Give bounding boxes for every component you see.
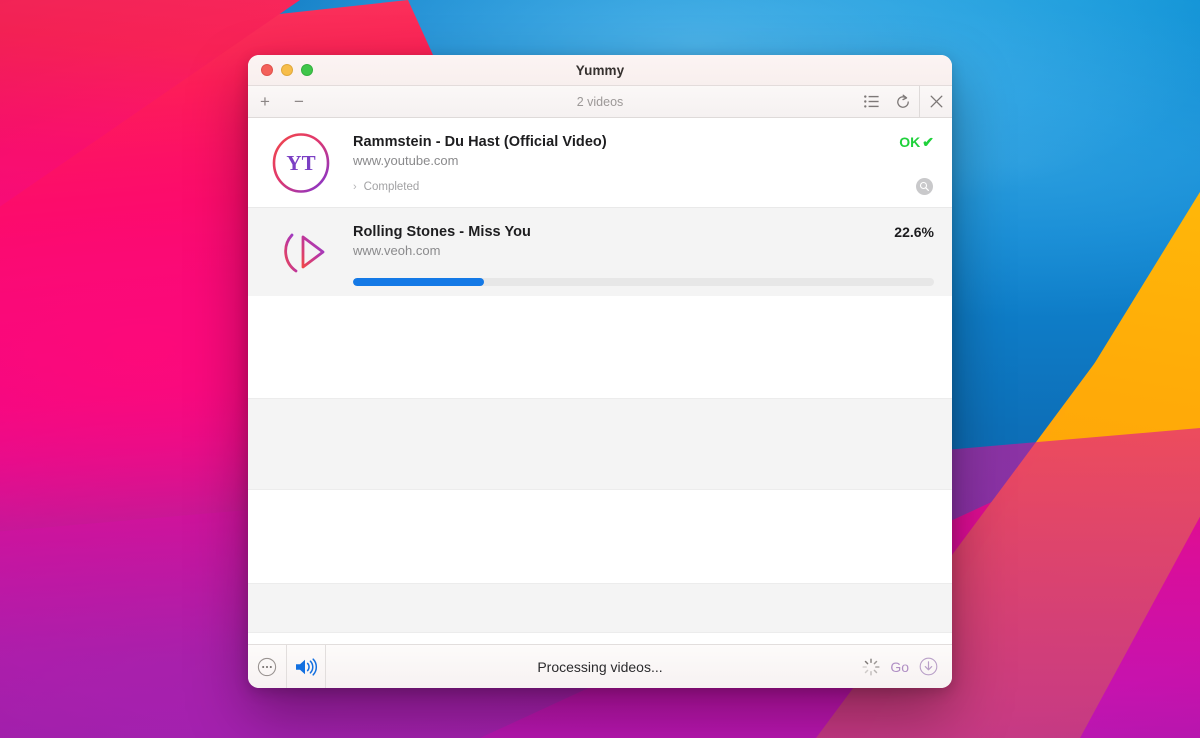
list-item[interactable] — [248, 296, 952, 398]
row-disclosure[interactable]: › Completed — [353, 181, 934, 193]
list-icon[interactable] — [855, 86, 887, 117]
bottom-divider-right — [325, 645, 326, 688]
table-row[interactable]: YT Rammstein - Du Hast (Official Video) … — [248, 118, 952, 207]
row-body: Rolling Stones - Miss You www.veoh.com 2… — [353, 208, 952, 296]
search-icon[interactable] — [916, 178, 933, 195]
row-body: Rammstein - Du Hast (Official Video) www… — [353, 118, 952, 207]
video-list[interactable]: YT Rammstein - Du Hast (Official Video) … — [248, 118, 952, 644]
go-button[interactable]: Go — [890, 659, 909, 675]
window-titlebar: Yummy — [248, 55, 952, 86]
video-url: www.youtube.com — [353, 153, 459, 168]
speaker-icon[interactable] — [287, 645, 325, 688]
desktop-wallpaper: Yummy + − 2 videos YT Rammstein - Du Has… — [0, 0, 1200, 738]
download-circle-icon[interactable] — [919, 657, 938, 676]
toolbar-left-group: + − — [248, 86, 316, 117]
refresh-icon[interactable] — [887, 86, 919, 117]
progress-fill — [353, 278, 485, 286]
close-icon[interactable] — [920, 86, 952, 117]
remove-video-button[interactable]: − — [282, 86, 316, 117]
status-text: OK — [899, 134, 921, 150]
svg-text:YT: YT — [286, 151, 315, 175]
veoh-icon — [248, 208, 353, 296]
yummy-app-window: Yummy + − 2 videos YT Rammstein - Du Has… — [248, 55, 952, 688]
spinner-icon — [862, 657, 880, 676]
status-badge: OK ✔ — [899, 134, 934, 151]
video-url: www.veoh.com — [353, 243, 441, 258]
toolbar-right-group — [855, 86, 952, 117]
status-badge: 22.6% — [894, 224, 934, 240]
ellipsis-circle-icon[interactable] — [248, 645, 286, 688]
table-row[interactable]: Rolling Stones - Miss You www.veoh.com 2… — [248, 207, 952, 296]
add-video-button[interactable]: + — [248, 86, 282, 117]
progress-bar-wrap — [353, 278, 934, 286]
list-item[interactable] — [248, 490, 952, 583]
progress-percent-text: 22.6% — [894, 224, 934, 240]
list-item[interactable] — [248, 583, 952, 633]
download-progress-bar — [353, 278, 934, 286]
list-item[interactable] — [248, 398, 952, 490]
video-title: Rolling Stones - Miss You — [353, 224, 531, 240]
bottom-right-group: Go — [862, 657, 952, 676]
video-title: Rammstein - Du Hast (Official Video) — [353, 134, 607, 150]
status-message: Processing videos... — [537, 658, 663, 675]
video-detail-status: Completed — [363, 181, 420, 193]
youtube-icon: YT — [248, 118, 353, 207]
window-title: Yummy — [575, 62, 625, 78]
chevron-right-icon: › — [353, 181, 357, 193]
bottom-toolbar: Processing videos... Go — [248, 644, 952, 688]
checkmark-icon: ✔ — [922, 134, 934, 150]
main-toolbar: + − 2 videos — [248, 86, 952, 118]
video-count-label: 2 videos — [576, 94, 624, 109]
